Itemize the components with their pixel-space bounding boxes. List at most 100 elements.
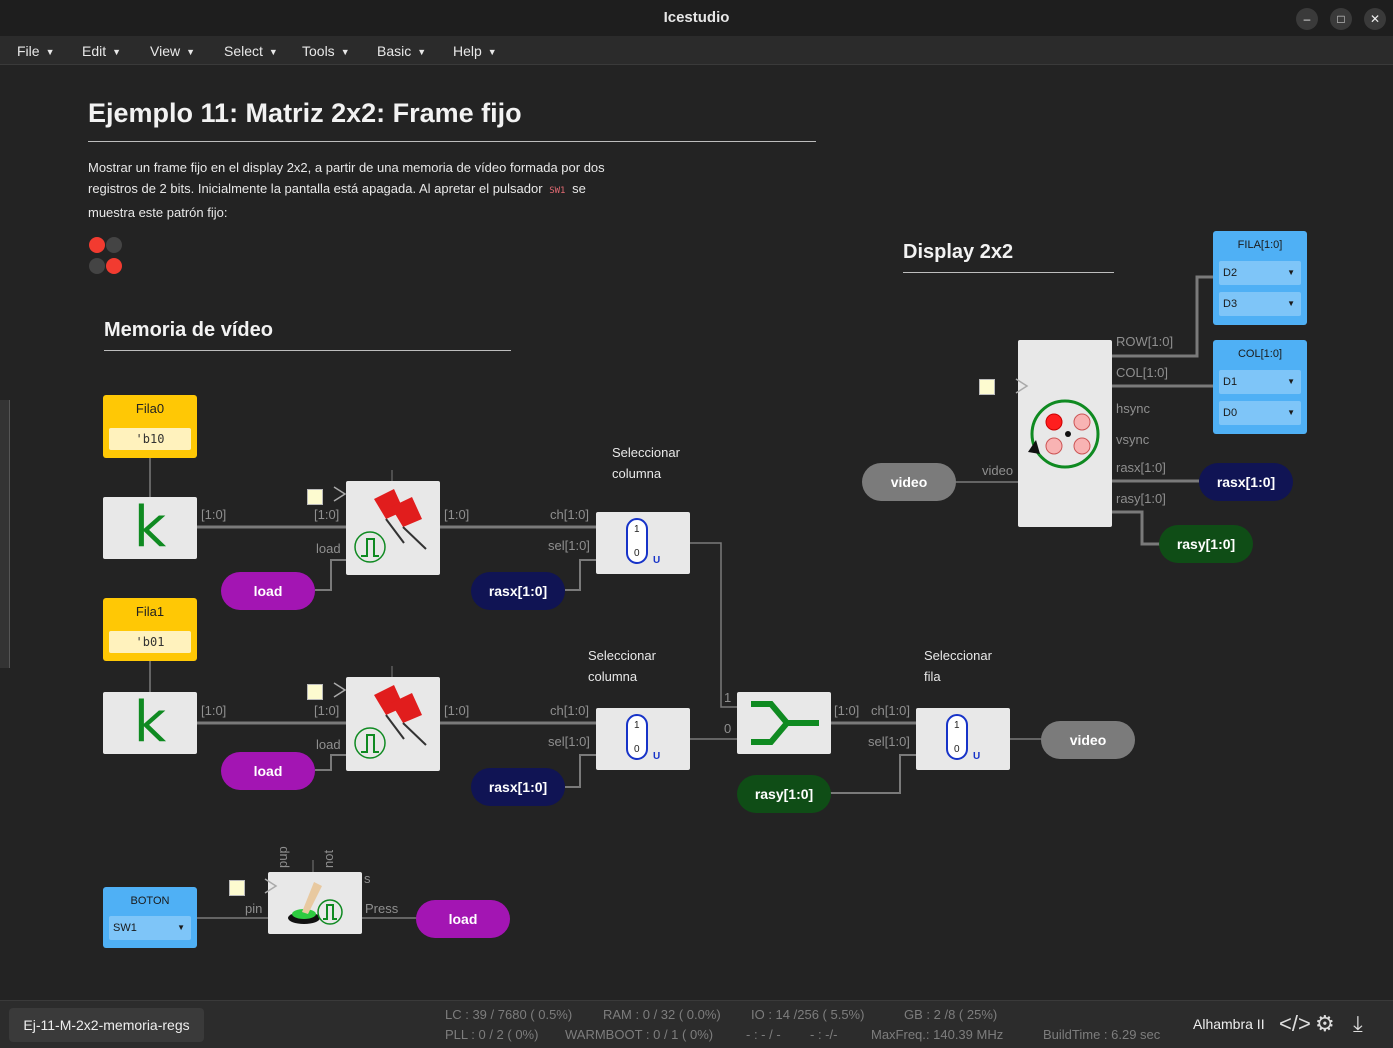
- clock-port[interactable]: [229, 880, 245, 896]
- clock-input-icon: [333, 486, 347, 502]
- wire-label: sel[1:0]: [868, 734, 910, 749]
- register-block-2[interactable]: [346, 677, 440, 771]
- mux-input-0-label: 0: [634, 548, 640, 559]
- clock-port[interactable]: [307, 684, 323, 700]
- wire-label: [1:0]: [444, 507, 470, 522]
- mux-u-label: U: [653, 555, 661, 566]
- stat-ram: RAM : 0 / 32 ( 0.0%): [603, 1007, 721, 1022]
- io-boton[interactable]: BOTON SW1 ▼: [103, 887, 197, 948]
- project-name-button[interactable]: Ej-11-M-2x2-memoria-regs: [9, 1008, 204, 1042]
- wire-label: pin: [245, 901, 263, 916]
- button-block[interactable]: [268, 872, 362, 934]
- k-block-1[interactable]: k: [103, 497, 197, 559]
- mux-column-2[interactable]: 1 0 U: [596, 708, 690, 770]
- description: Mostrar un frame fijo en el display 2x2,…: [88, 157, 628, 223]
- pin-select-sw1[interactable]: SW1 ▼: [109, 916, 191, 940]
- wire-label: [1:0]: [314, 507, 340, 522]
- wire-layer: [149, 275, 1214, 919]
- constant-value-input[interactable]: 'b01: [109, 631, 191, 653]
- load-label-pill[interactable]: load: [221, 572, 315, 610]
- comment-sel-row-b: fila: [924, 669, 941, 684]
- status-bar: Ej-11-M-2x2-memoria-regs LC : 39 / 7680 …: [0, 1000, 1393, 1048]
- video-label-pill[interactable]: video: [862, 463, 956, 501]
- wire-label: sel[1:0]: [548, 734, 590, 749]
- wire-label: pup: [275, 846, 290, 868]
- pin-select-value: D0: [1223, 407, 1238, 419]
- wire-label: COL[1:0]: [1116, 365, 1169, 380]
- board-name[interactable]: Alhambra II: [1193, 1016, 1265, 1032]
- pin-select-value: D2: [1223, 267, 1238, 279]
- section-divider-memoria: [104, 350, 511, 351]
- pin-select-d0[interactable]: D0 ▼: [1219, 401, 1301, 425]
- display-2x2-block[interactable]: [1018, 340, 1112, 527]
- io-fila[interactable]: FILA[1:0] D2 ▼ D3 ▼: [1213, 231, 1307, 325]
- wire-label: [1:0]: [444, 703, 470, 718]
- rasx-label-pill[interactable]: rasx[1:0]: [471, 768, 565, 806]
- load-label-pill[interactable]: load: [416, 900, 510, 938]
- stat-lc: LC : 39 / 7680 ( 0.5%): [445, 1007, 573, 1022]
- dropdown-arrow-icon: ▼: [1287, 268, 1295, 277]
- constant-name: Fila0: [135, 401, 165, 416]
- dropdown-arrow-icon: ▼: [177, 923, 185, 932]
- constant-fila1[interactable]: Fila1 'b01: [103, 598, 197, 661]
- rasx-label-pill[interactable]: rasx[1:0]: [1199, 463, 1293, 501]
- k-icon: k: [133, 690, 167, 755]
- pattern-led-0-1: [106, 237, 122, 253]
- dropdown-arrow-icon: ▼: [1287, 408, 1295, 417]
- load-label-pill[interactable]: load: [221, 752, 315, 790]
- clock-port[interactable]: [307, 489, 323, 505]
- led-matrix-icon: [1028, 399, 1100, 469]
- k-block-2[interactable]: k: [103, 692, 197, 754]
- clock-port[interactable]: [979, 379, 995, 395]
- wire-label: not: [321, 849, 336, 868]
- clock-input-icon: [264, 878, 278, 894]
- comment-sel-col-2-a: Seleccionar: [588, 648, 656, 663]
- pattern-led-1-1: [106, 258, 122, 274]
- io-col[interactable]: COL[1:0] D1 ▼ D0 ▼: [1213, 340, 1307, 434]
- wire-label: 0: [724, 721, 732, 736]
- wire-label: sel[1:0]: [548, 538, 590, 553]
- pin-select-value: D3: [1223, 298, 1238, 310]
- section-title-memoria: Memoria de vídeo: [104, 319, 273, 341]
- register-block-1[interactable]: [346, 481, 440, 575]
- stat-maxfreq: MaxFreq.: 140.39 MHz: [871, 1027, 1004, 1042]
- mux-u-label: U: [653, 751, 661, 762]
- rasy-label-pill[interactable]: rasy[1:0]: [1159, 525, 1253, 563]
- gear-icon[interactable]: ⚙: [1315, 1011, 1335, 1037]
- pin-select-value: SW1: [113, 922, 137, 934]
- wire-label: [1:0]: [201, 507, 227, 522]
- io-fila-name: FILA[1:0]: [1237, 239, 1283, 251]
- section-divider-display: [903, 272, 1114, 273]
- mux-row[interactable]: 1 0 U: [916, 708, 1010, 770]
- code-icon[interactable]: </>: [1279, 1011, 1311, 1037]
- comment-sel-col-1-b: columna: [612, 466, 662, 481]
- rasx-label-pill[interactable]: rasx[1:0]: [471, 572, 565, 610]
- section-title-display: Display 2x2: [903, 241, 1014, 263]
- pin-select-d2[interactable]: D2 ▼: [1219, 261, 1301, 285]
- description-text-1: Mostrar un frame fijo en el display 2x2,…: [88, 160, 605, 196]
- wire-label: rasy[1:0]: [1116, 491, 1166, 506]
- mux-column-1[interactable]: 1 0 U: [596, 512, 690, 574]
- mux-input-0-label: 0: [634, 744, 640, 755]
- rasy-label-pill[interactable]: rasy[1:0]: [737, 775, 831, 813]
- upload-icon[interactable]: ⤓: [1353, 1011, 1363, 1037]
- pushpin-icon: [354, 489, 427, 563]
- dropdown-arrow-icon: ▼: [1287, 299, 1295, 308]
- wire-load2: [315, 754, 347, 771]
- constant-name: Fila1: [135, 604, 165, 619]
- constant-value-input[interactable]: 'b10: [109, 428, 191, 450]
- pushpin-icon: [354, 685, 427, 759]
- stat-warmboot: WARMBOOT : 0 / 1 ( 0%): [565, 1027, 714, 1042]
- pin-select-d3[interactable]: D3 ▼: [1219, 292, 1301, 316]
- mux-input-1-label: 1: [634, 720, 640, 731]
- comment-sel-col-2-b: columna: [588, 669, 638, 684]
- pin-select-d1[interactable]: D1 ▼: [1219, 370, 1301, 394]
- wire-rasy-out: [1111, 510, 1160, 546]
- video-label-pill[interactable]: video: [1041, 721, 1135, 759]
- wire-label: [1:0]: [834, 703, 860, 718]
- wire-label: ch[1:0]: [871, 703, 911, 718]
- wire-label: load: [316, 541, 341, 556]
- constant-fila0[interactable]: Fila0 'b10: [103, 395, 197, 458]
- bus-join-block[interactable]: [737, 692, 831, 754]
- wire-label: rasx[1:0]: [1116, 460, 1166, 475]
